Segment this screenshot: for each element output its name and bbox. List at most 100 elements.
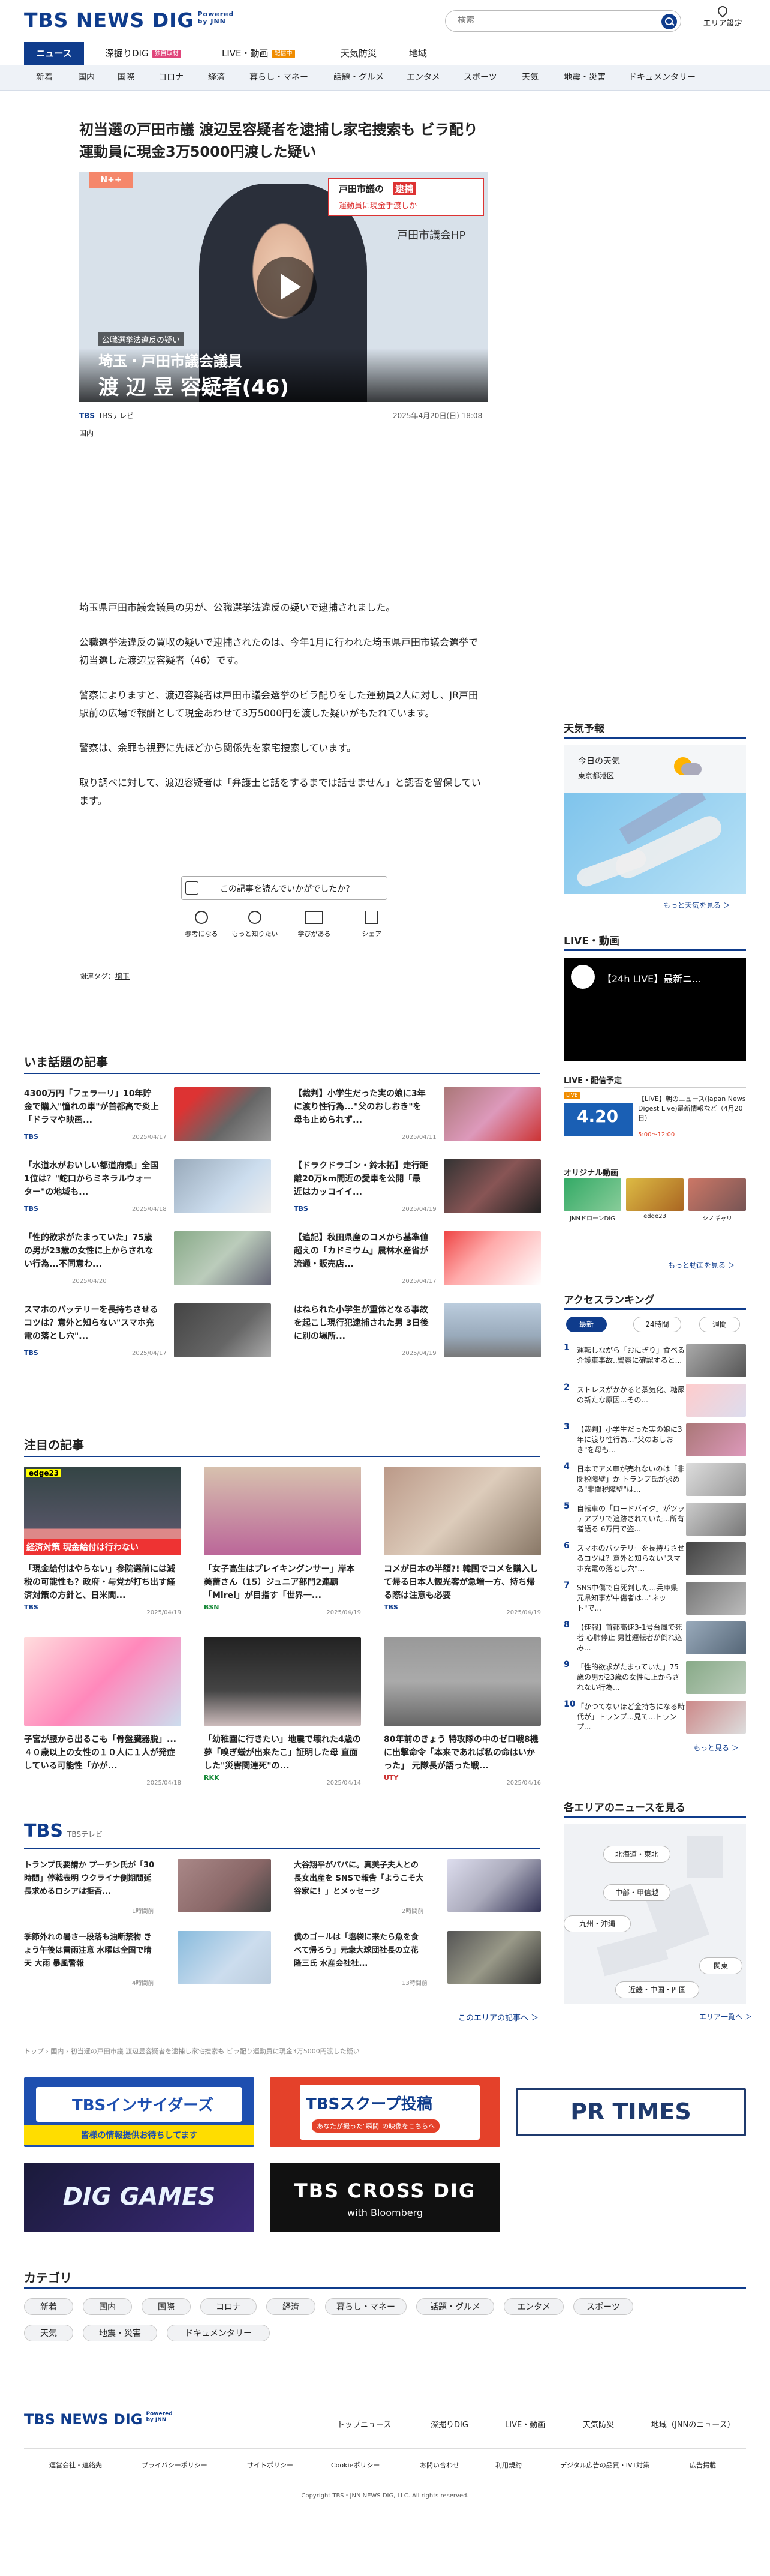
footer-logo[interactable]: TBS NEWS DIG Powered by JNN bbox=[24, 2411, 178, 2428]
cat-nav-weather[interactable]: 天気 bbox=[522, 65, 539, 91]
nav-weather[interactable]: 天気防災 bbox=[341, 42, 377, 65]
cat-nav-documentary[interactable]: ドキュメンタリー bbox=[628, 65, 696, 91]
ranking-item[interactable]: 9 「性的欲求がたまっていた」75歳の男が23歳の女性に上からされない行為... bbox=[564, 1660, 746, 1695]
footer-ad-quality[interactable]: デジタル広告の品質・IVT対策 bbox=[560, 2460, 649, 2470]
trending-item[interactable]: 【追記】秋田県産のコメから基準値超えの「カドミウム」農林水産省が流通・販売店..… bbox=[294, 1231, 541, 1285]
footer-company[interactable]: 運営会社・連絡先 bbox=[49, 2460, 102, 2470]
breadcrumb[interactable]: トップ › 国内 › 初当選の戸田市議 渡辺昱容疑者を逮捕し家宅捜索も ビラ配り… bbox=[24, 2046, 564, 2056]
tbs-item[interactable]: 僕のゴールは「塩袋に来たら魚を食べて帰ろう」元衆大球団社長の立花隆三氏 水産会社… bbox=[294, 1931, 541, 1987]
prtimes-banner[interactable]: PR TIMES bbox=[516, 2088, 746, 2136]
area-more[interactable]: エリア一覧へ ＞ bbox=[699, 2011, 752, 2022]
play-icon[interactable] bbox=[257, 257, 317, 317]
nav-live[interactable]: LIVE・動画 配信中 bbox=[222, 42, 295, 65]
search-input[interactable] bbox=[458, 16, 655, 25]
tbs-logo[interactable]: TBS bbox=[24, 1821, 63, 1842]
nav-region[interactable]: 地域 bbox=[409, 42, 427, 65]
footer-site-policy[interactable]: サイトポリシー bbox=[247, 2460, 293, 2470]
footer-link-deep[interactable]: 深掘りDIG bbox=[431, 2418, 468, 2430]
reaction-more[interactable]: もっと知りたい bbox=[228, 911, 282, 938]
featured-item[interactable]: 80年前のきょう 特攻隊の中のゼロ戦8機に出撃命令「本来であれば私の命はいかった… bbox=[384, 1637, 541, 1786]
ranking-item[interactable]: 6 スマホのバッテリーを長持ちさせるコツは？意外と知らない"スマホ充電の落とし穴"… bbox=[564, 1541, 746, 1576]
category-weather[interactable]: 天気 bbox=[24, 2325, 73, 2341]
footer-privacy[interactable]: プライバシーポリシー bbox=[142, 2460, 207, 2470]
area-setting[interactable]: エリア設定 bbox=[702, 4, 744, 28]
trending-item[interactable]: 4300万円「フェラーリ」10年貯金で購入"憧れの車"が首都高で炎上「ドラマや映… bbox=[24, 1087, 276, 1141]
article-video[interactable]: 戸田市議の 逮捕 運動員に現金手渡しか 戸田市議会HP 公職選挙法違反の疑い 埼… bbox=[79, 172, 488, 402]
cat-nav-corona[interactable]: コロナ bbox=[158, 65, 184, 91]
ranking-item[interactable]: 4 日本でアメ車が売れないのは「非関税障壁」か トランプ氏が求める"非関税障壁"は… bbox=[564, 1462, 746, 1497]
category-international[interactable]: 国際 bbox=[142, 2298, 191, 2315]
cat-nav-new[interactable]: 新着 bbox=[36, 65, 53, 91]
footer-link-top[interactable]: トップニュース bbox=[337, 2418, 391, 2430]
featured-item[interactable]: edge23 経済対策 現金給付は行わない 「現金給付はやらない」参院選前には減… bbox=[24, 1467, 181, 1616]
nav-deep-dig[interactable]: 深掘りDIG 独自取材 bbox=[105, 42, 181, 65]
diggames-banner[interactable]: DIG GAMES bbox=[24, 2163, 254, 2232]
area-button-chubu[interactable]: 中部・甲信越 bbox=[603, 1884, 670, 1901]
ranking-item[interactable]: 8 【速報】首都高速3-1号台風で死者 心肺停止 男性運転者が倒れ込み... bbox=[564, 1620, 746, 1655]
category-new[interactable]: 新着 bbox=[24, 2298, 73, 2315]
tbs-item[interactable]: 季節外れの暑さ一段落も油断禁物 きょう午後は雷雨注意 水曜は全国で晴天 大雨 暴… bbox=[24, 1931, 276, 1987]
area-button-kyushu[interactable]: 九州・沖縄 bbox=[564, 1915, 631, 1932]
insider-banner[interactable]: TBSインサイダーズ 皆様の情報提供お待ちしてます bbox=[24, 2077, 254, 2147]
tbs-item[interactable]: 大谷翔平がパパに。真美子夫人との長女出産を SNSで報告「ようこそ大谷家に！」と… bbox=[294, 1859, 541, 1915]
trending-item[interactable]: はねられた小学生が重体となる事故を起こし現行犯逮捕された男 3日後に別の場所..… bbox=[294, 1303, 541, 1357]
ranking-item[interactable]: 10 「かつてないほど金持ちになる時代が」トランプ...見て...トランプ... bbox=[564, 1699, 746, 1734]
scoop-banner[interactable]: TBSスクープ投稿 あなたが撮った"瞬間"の映像をこちらへ bbox=[270, 2077, 500, 2147]
cat-nav-economy[interactable]: 経済 bbox=[208, 65, 225, 91]
featured-item[interactable]: 「幼稚園に行きたい」地震で壊れた4歳の夢「嗅ぎ蟻が出来たこ」証明した母 直面した… bbox=[204, 1637, 361, 1786]
article-category[interactable]: 国内 bbox=[79, 428, 94, 438]
reaction-learn[interactable]: 学びがある bbox=[290, 911, 338, 938]
search-icon[interactable] bbox=[661, 14, 677, 29]
category-disaster[interactable]: 地震・災害 bbox=[83, 2325, 157, 2341]
cat-nav-entertainment[interactable]: エンタメ bbox=[407, 65, 440, 91]
area-button-hokkaido-tohoku[interactable]: 北海道・東北 bbox=[603, 1846, 670, 1863]
footer-terms[interactable]: 利用規約 bbox=[495, 2460, 522, 2470]
cat-nav-life[interactable]: 暮らし・マネー bbox=[249, 65, 308, 91]
site-logo[interactable]: TBS NEWS DIG Powered by JNN bbox=[24, 8, 234, 32]
ranking-item[interactable]: 1 運転しながら「おにぎり」食べる介護車事故..警察に確認すると... bbox=[564, 1343, 746, 1378]
ranking-item[interactable]: 2 ストレスがかかると蒸気化、糖尿の新たな原因...その... bbox=[564, 1383, 746, 1417]
reaction-helpful[interactable]: 参考になる bbox=[178, 911, 225, 938]
category-sports[interactable]: スポーツ bbox=[573, 2298, 633, 2315]
tag-link[interactable]: 埼玉 bbox=[115, 972, 130, 980]
ranking-tab-latest[interactable]: 最新 bbox=[566, 1317, 607, 1332]
area-button-kanto[interactable]: 関東 bbox=[699, 1957, 742, 1974]
category-topics[interactable]: 話題・グルメ bbox=[416, 2298, 494, 2315]
ranking-item[interactable]: 3 【裁判】小学生だった実の娘に3年に渡り性行為..."父のおしおき"を母も... bbox=[564, 1422, 746, 1457]
cat-nav-topics[interactable]: 話題・グルメ bbox=[333, 65, 384, 91]
featured-item[interactable]: コメが日本の半額?! 韓国でコメを購入して帰る日本人観光客が急増一方、持ち帰る際… bbox=[384, 1467, 541, 1616]
ranking-more[interactable]: もっと見る ＞ bbox=[693, 1743, 739, 1753]
weather-map[interactable] bbox=[564, 793, 746, 894]
category-life[interactable]: 暮らし・マネー bbox=[325, 2298, 407, 2315]
footer-contact[interactable]: お問い合わせ bbox=[420, 2460, 459, 2470]
ranking-tab-weekly[interactable]: 週間 bbox=[699, 1317, 740, 1332]
trending-item[interactable]: スマホのバッテリーを長持ちさせるコツは？意外と知らない"スマホ充電の落とし穴".… bbox=[24, 1303, 276, 1357]
featured-item[interactable]: 子宮が腰から出るこも「骨盤臓器脱」...４０歳以上の女性の１０人に１人が発症して… bbox=[24, 1637, 181, 1786]
ranking-tab-24h[interactable]: 24時間 bbox=[633, 1317, 681, 1332]
trending-item[interactable]: 【ドラクドラゴン・鈴木拓】走行距離20万km間近の愛車を公開「最近はカッコイイ.… bbox=[294, 1159, 541, 1213]
tbs-more-link[interactable]: このエリアの記事へ ＞ bbox=[458, 2011, 539, 2023]
live-player[interactable]: 【24h LIVE】最新ニ... bbox=[564, 958, 746, 1061]
category-documentary[interactable]: ドキュメンタリー bbox=[167, 2325, 270, 2341]
category-entertainment[interactable]: エンタメ bbox=[504, 2298, 564, 2315]
category-domestic[interactable]: 国内 bbox=[83, 2298, 132, 2315]
crossdig-banner[interactable]: TBS CROSS DIG with Bloomberg bbox=[270, 2163, 500, 2232]
footer-link-region[interactable]: 地域（JNNのニュース） bbox=[651, 2418, 735, 2430]
trending-item[interactable]: 「水道水がおいしい都道府県」全国1位は？"蛇口からミネラルウォーター"の地域も.… bbox=[24, 1159, 276, 1213]
cat-nav-domestic[interactable]: 国内 bbox=[78, 65, 95, 91]
tbs-item[interactable]: トランプ氏要請か プーチン氏が「30時間」停戦表明 ウクライナ側期間延長求めるロ… bbox=[24, 1859, 276, 1915]
reaction-share[interactable]: シェア bbox=[348, 911, 396, 938]
original-item[interactable]: シノギャリ bbox=[688, 1178, 746, 1222]
footer-ad[interactable]: 広告掲載 bbox=[690, 2460, 716, 2470]
original-item[interactable]: JNNドローンDIG bbox=[564, 1178, 621, 1222]
category-economy[interactable]: 経済 bbox=[266, 2298, 315, 2315]
weather-today-box[interactable]: 今日の天気 東京都港区 bbox=[564, 745, 746, 793]
trending-item[interactable]: 【裁判】小学生だった実の娘に3年に渡り性行為..."父のおしおき"を母も止められ… bbox=[294, 1087, 541, 1141]
search-box[interactable] bbox=[445, 10, 681, 32]
weather-more[interactable]: もっと天気を見る ＞ bbox=[663, 900, 730, 910]
footer-cookie[interactable]: Cookieポリシー bbox=[331, 2460, 380, 2470]
area-button-kinki[interactable]: 近畿・中国・四国 bbox=[615, 1981, 699, 1998]
footer-link-weather[interactable]: 天気防災 bbox=[583, 2418, 614, 2430]
ranking-item[interactable]: 5 自転車の「ロードバイク」がツッテアプリで追跡されていた...所有者語る 6万円… bbox=[564, 1501, 746, 1536]
featured-item[interactable]: 「女子高生はプレイキングンサー」岸本美蕾さん（15）ジュニア部門2連覇「Mire… bbox=[204, 1467, 361, 1616]
